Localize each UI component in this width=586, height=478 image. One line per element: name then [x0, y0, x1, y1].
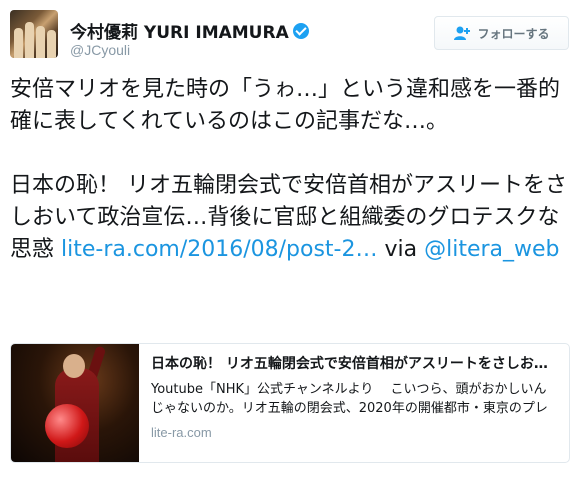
article-link[interactable]: lite-ra.com/2016/08/post-2…: [61, 237, 378, 262]
avatar[interactable]: [10, 10, 58, 58]
tweet-paragraph-1: 安倍マリオを見た時の「うゎ…」という違和感を一番的確に表してくれているのはこの記…: [10, 77, 561, 134]
user-handle[interactable]: @JCyouli: [70, 42, 130, 58]
add-user-icon: [454, 26, 471, 40]
card-description: Youtube「NHK」公式チャンネルより こいつら、頭がおかしいんじゃないのか…: [151, 382, 548, 416]
follow-button[interactable]: フォローする: [434, 16, 569, 50]
user-name-row[interactable]: 今村優莉 YURI IMAMURA: [70, 18, 309, 43]
tweet-paragraph-2: 日本の恥！ リオ五輪閉会式で安倍首相がアスリートをさしおいて政治宣伝…背後に官邸…: [10, 170, 576, 266]
card-thumbnail[interactable]: [11, 344, 139, 462]
card-body: 日本の恥！ リオ五輪閉会式で安倍首相がアスリートをさしおい… Youtube「N…: [139, 344, 569, 462]
link-card[interactable]: 日本の恥！ リオ五輪閉会式で安倍首相がアスリートをさしおい… Youtube「N…: [10, 343, 570, 463]
via-text: via: [377, 237, 425, 262]
follow-button-label: フォローする: [477, 26, 550, 41]
display-name[interactable]: 今村優莉 YURI IMAMURA: [70, 18, 289, 43]
card-title[interactable]: 日本の恥！ リオ五輪閉会式で安倍首相がアスリートをさしおい…: [151, 354, 557, 374]
tweet-text: 安倍マリオを見た時の「うゎ…」という違和感を一番的確に表してくれているのはこの記…: [10, 74, 576, 266]
tweet-quote-text: 日本の恥！ リオ五輪閉会式で安倍首相がアスリートをさしおいて政治宣伝…背後に官邸…: [10, 173, 567, 230]
verified-badge-icon: [292, 22, 309, 39]
mention-link[interactable]: @litera_web: [424, 237, 559, 262]
card-domain: lite-ra.com: [151, 425, 212, 440]
